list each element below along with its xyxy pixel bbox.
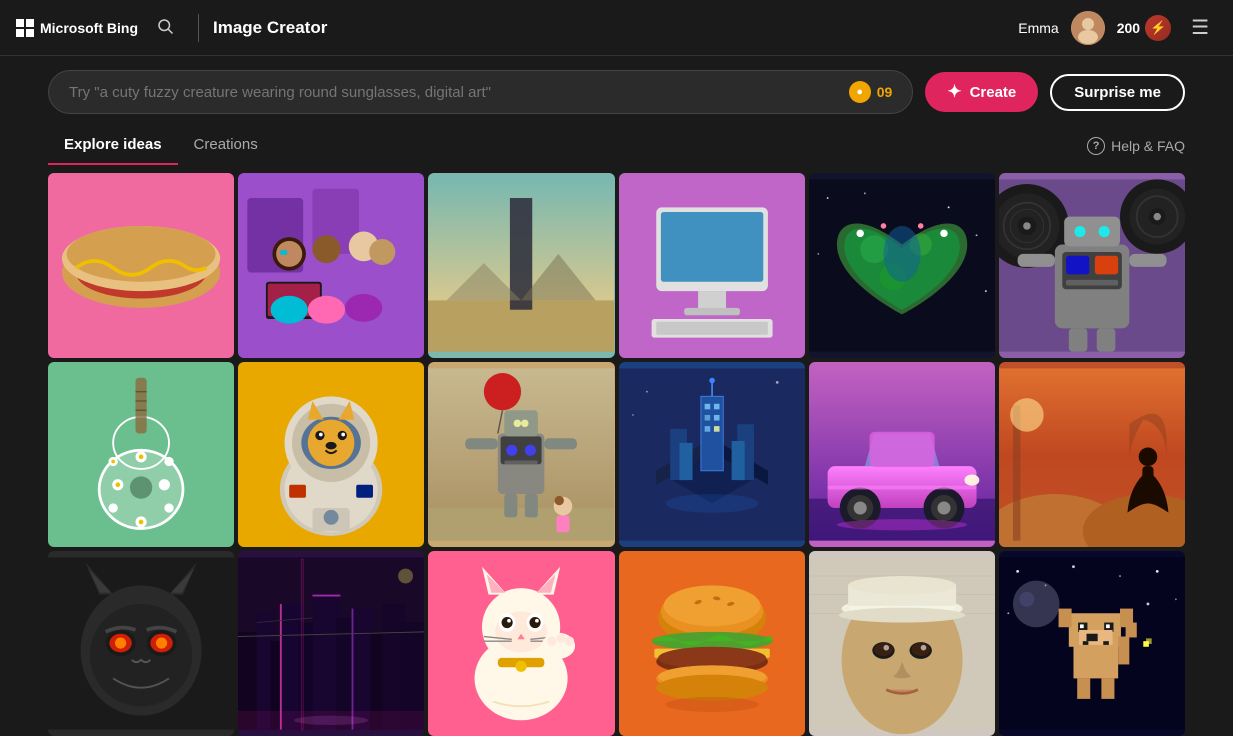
header: Microsoft Bing Image Creator Emma 200 ⚡ … (0, 0, 1233, 56)
grid-item-car-purple[interactable] (809, 362, 995, 547)
grid-item-burger[interactable] (619, 551, 805, 736)
page-title: Image Creator (213, 18, 1018, 38)
help-icon: ? (1087, 137, 1105, 155)
bing-logo[interactable]: Microsoft Bing (16, 19, 138, 37)
grid-item-pixel-dog[interactable] (999, 551, 1185, 736)
search-section: ● 09 ✦ Create Surprise me (0, 56, 1233, 126)
header-right: Emma 200 ⚡ ☰ (1018, 11, 1217, 45)
tabs-section: Explore ideas Creations ? Help & FAQ (0, 126, 1233, 165)
coins-badge: 200 ⚡ (1117, 15, 1171, 41)
image-grid (0, 173, 1233, 736)
help-label: Help & FAQ (1111, 138, 1185, 154)
grid-item-neon-city[interactable] (238, 551, 424, 736)
grid-item-shiba[interactable] (238, 362, 424, 547)
grid-item-desert-figure[interactable] (999, 362, 1185, 547)
grid-item-hotdog[interactable] (48, 173, 234, 358)
surprise-button[interactable]: Surprise me (1050, 74, 1185, 111)
help-link[interactable]: ? Help & FAQ (1087, 137, 1185, 155)
avatar[interactable] (1071, 11, 1105, 45)
grid-item-guitar[interactable] (48, 362, 234, 547)
grid-item-monolith[interactable] (428, 173, 614, 358)
create-button[interactable]: ✦ Create (925, 72, 1038, 112)
boost-badge: ● 09 (849, 81, 893, 103)
search-bar[interactable]: ● 09 (48, 70, 913, 114)
tabs: Explore ideas Creations (48, 126, 274, 165)
grid-item-city-iso[interactable] (619, 362, 805, 547)
coin-icon: ⚡ (1145, 15, 1171, 41)
tab-creations[interactable]: Creations (178, 126, 274, 165)
grid-item-robot-dj[interactable] (999, 173, 1185, 358)
menu-button[interactable]: ☰ (1183, 11, 1217, 44)
bing-label: Microsoft Bing (40, 20, 138, 36)
surprise-label: Surprise me (1074, 84, 1161, 101)
grid-item-girls[interactable] (238, 173, 424, 358)
create-label: Create (970, 84, 1017, 101)
logo-area: Microsoft Bing (16, 19, 138, 37)
grid-item-cat-lucky[interactable] (428, 551, 614, 736)
search-button[interactable] (150, 11, 180, 44)
grid-item-robot-balloon[interactable] (428, 362, 614, 547)
grid-item-mask[interactable] (48, 551, 234, 736)
grid-item-portrait[interactable] (809, 551, 995, 736)
tab-explore[interactable]: Explore ideas (48, 126, 178, 165)
coins-count: 200 (1117, 20, 1140, 36)
user-name: Emma (1018, 20, 1058, 36)
boost-count: 09 (877, 84, 893, 100)
grid-item-earth[interactable] (809, 173, 995, 358)
grid-item-computer[interactable] (619, 173, 805, 358)
bing-grid-icon (16, 19, 34, 37)
header-divider (198, 14, 199, 42)
boost-coin-icon: ● (849, 81, 871, 103)
create-icon: ✦ (947, 82, 961, 102)
search-input[interactable] (69, 84, 839, 101)
